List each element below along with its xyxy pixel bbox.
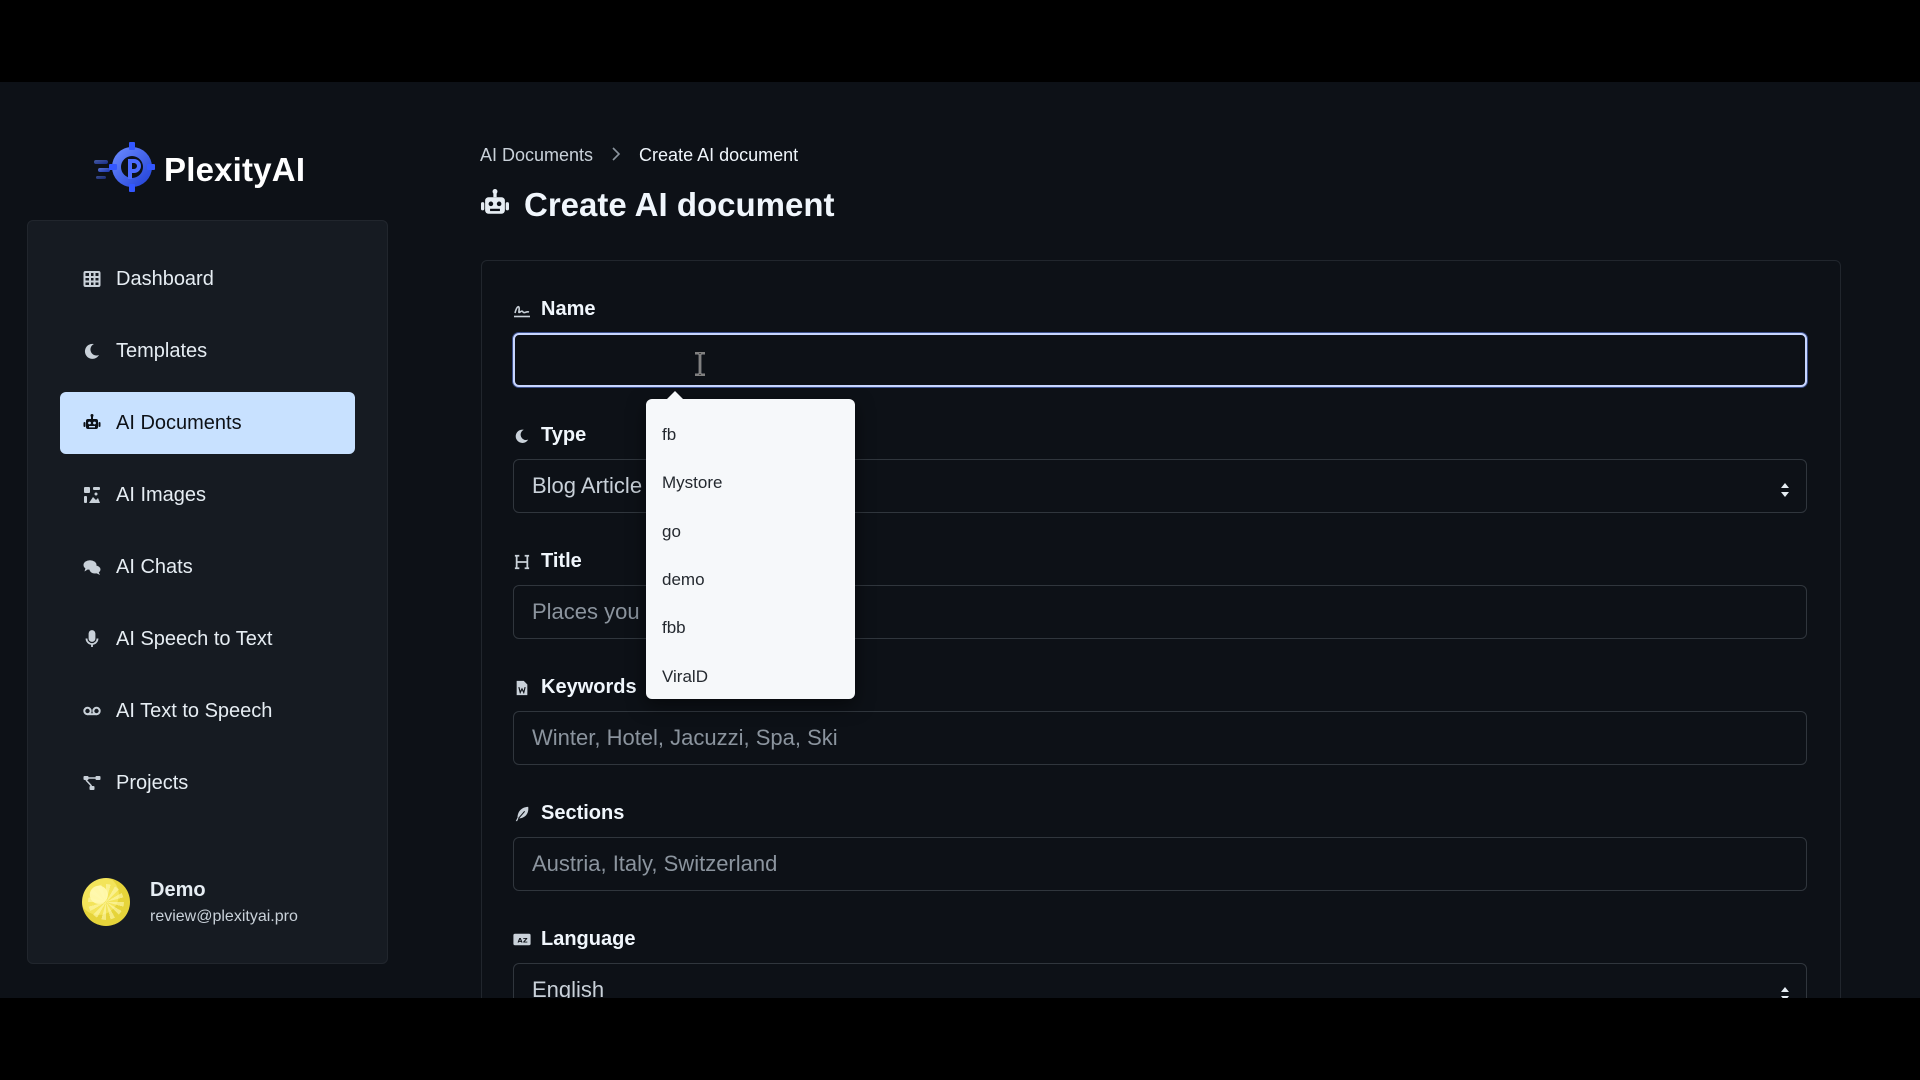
- autocomplete-option[interactable]: demo: [646, 556, 855, 604]
- autocomplete-option[interactable]: fb: [646, 411, 855, 459]
- sidebar-item-ai-images[interactable]: AI Images: [60, 464, 355, 526]
- chevron-right-icon: [611, 144, 621, 167]
- logo-gear-icon: [94, 140, 158, 199]
- text-cursor-icon: [693, 351, 707, 381]
- table-icon: [82, 269, 102, 289]
- robot-icon: [82, 413, 102, 433]
- chats-icon: [82, 557, 102, 577]
- signature-icon: [513, 301, 531, 319]
- language-select[interactable]: English: [513, 963, 1807, 998]
- breadcrumb-link-ai-documents[interactable]: AI Documents: [480, 145, 593, 166]
- user-name: Demo: [150, 878, 206, 901]
- page-title-text: Create AI document: [524, 186, 835, 223]
- sections-input[interactable]: Austria, Italy, Switzerland: [513, 837, 1807, 891]
- sidebar-item-ai-speech-to-text[interactable]: AI Speech to Text: [60, 608, 355, 670]
- select-arrows-icon: [1780, 982, 1790, 998]
- language-label: AZ Language: [513, 928, 635, 951]
- user-profile[interactable]: Demo review@plexityai.pro: [82, 878, 298, 926]
- keywords-label: Keywords: [513, 676, 637, 699]
- keywords-input[interactable]: Winter, Hotel, Jacuzzi, Spa, Ski: [513, 711, 1807, 765]
- brand-name: PlexityAI: [164, 150, 306, 188]
- sidebar-item-label: AI Images: [116, 483, 207, 506]
- title-label: Title: [513, 550, 582, 573]
- sidebar: Dashboard Templates AI Documents AI Imag…: [27, 220, 388, 964]
- app-screen: PlexityAI Dashboard Templates AI Documen…: [0, 82, 1920, 998]
- sidebar-item-label: Dashboard: [116, 267, 214, 290]
- robot-icon: [480, 188, 510, 222]
- sidebar-item-ai-chats[interactable]: AI Chats: [60, 536, 355, 598]
- language-select-value: English: [532, 977, 605, 998]
- name-label: Name: [513, 298, 595, 321]
- images-icon: [82, 485, 102, 505]
- breadcrumb: AI Documents Create AI document: [480, 144, 798, 167]
- page-title: Create AI document: [480, 186, 835, 224]
- sidebar-item-label: AI Documents: [116, 411, 242, 434]
- autocomplete-option[interactable]: Mystore: [646, 459, 855, 507]
- autocomplete-option[interactable]: fbb: [646, 604, 855, 652]
- autocomplete-dropdown: fb Mystore go demo fbb ViralD: [646, 391, 855, 700]
- brand-logo[interactable]: PlexityAI: [94, 140, 305, 199]
- type-select-value: Blog Article: [532, 473, 643, 498]
- sidebar-item-label: Templates: [116, 339, 208, 362]
- sidebar-item-ai-text-to-speech[interactable]: AI Text to Speech: [60, 680, 355, 742]
- sections-label: Sections: [513, 802, 624, 825]
- select-arrows-icon: [1780, 478, 1790, 497]
- heading-icon: [513, 553, 531, 571]
- sidebar-item-label: AI Speech to Text: [116, 627, 273, 650]
- sidebar-item-templates[interactable]: Templates: [60, 320, 355, 382]
- avatar: [82, 878, 130, 926]
- svg-text:Z: Z: [523, 936, 528, 944]
- breadcrumb-current: Create AI document: [639, 145, 799, 165]
- file-word-icon: [513, 679, 531, 697]
- autocomplete-option[interactable]: ViralD: [646, 652, 855, 700]
- sidebar-item-label: AI Text to Speech: [116, 699, 273, 722]
- moon-icon: [82, 341, 102, 361]
- sidebar-item-label: AI Chats: [116, 555, 193, 578]
- diagram-icon: [82, 773, 102, 793]
- type-label: Type: [513, 424, 586, 447]
- user-email: review@plexityai.pro: [150, 907, 298, 925]
- moon-icon: [513, 427, 531, 445]
- language-icon: AZ: [513, 931, 531, 949]
- name-input[interactable]: [513, 333, 1807, 387]
- sidebar-item-dashboard[interactable]: Dashboard: [60, 248, 355, 310]
- voicemail-icon: [82, 701, 102, 721]
- sidebar-item-ai-documents[interactable]: AI Documents: [60, 392, 355, 454]
- sidebar-item-label: Projects: [116, 771, 189, 794]
- autocomplete-option[interactable]: go: [646, 508, 855, 556]
- sidebar-item-projects[interactable]: Projects: [60, 752, 355, 814]
- microphone-icon: [82, 629, 102, 649]
- feather-icon: [513, 805, 531, 823]
